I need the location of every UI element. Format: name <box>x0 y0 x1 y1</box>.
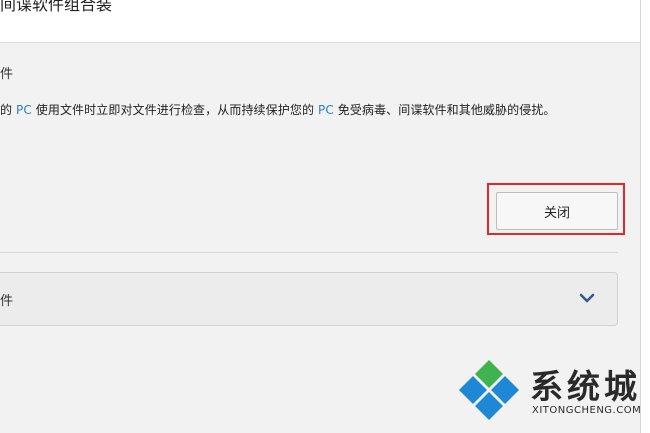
description-text-2: 使用文件时立即对文件进行检查，从而持续保护您的 <box>31 103 318 117</box>
close-button[interactable]: 关闭 <box>496 192 618 230</box>
section-divider <box>0 252 618 253</box>
expander-label: 件 <box>0 294 14 309</box>
description-text-3: 免受病毒、间谍软件和其他威胁的侵扰。 <box>333 103 556 117</box>
expander-row[interactable] <box>0 272 618 326</box>
description-pc-1: PC <box>16 103 32 117</box>
chevron-down-icon[interactable] <box>578 291 596 305</box>
description-pc-2: PC <box>317 103 334 117</box>
watermark-english-text: XITONGCHENG.COM <box>532 405 642 416</box>
watermark-logo-icon <box>459 360 519 420</box>
section-heading: 件 <box>0 67 14 82</box>
section-description: 的 PC 使用文件时立即对文件进行检查，从而持续保护您的 PC 免受病毒、间谍软… <box>0 101 556 118</box>
title-bar: 间谍软件组合装 <box>0 0 640 43</box>
description-text-1: 的 <box>0 103 17 117</box>
watermark-chinese-text: 系统城 <box>530 367 641 406</box>
window-title: 间谍软件组合装 <box>0 0 113 14</box>
window-right-edge <box>640 0 650 433</box>
